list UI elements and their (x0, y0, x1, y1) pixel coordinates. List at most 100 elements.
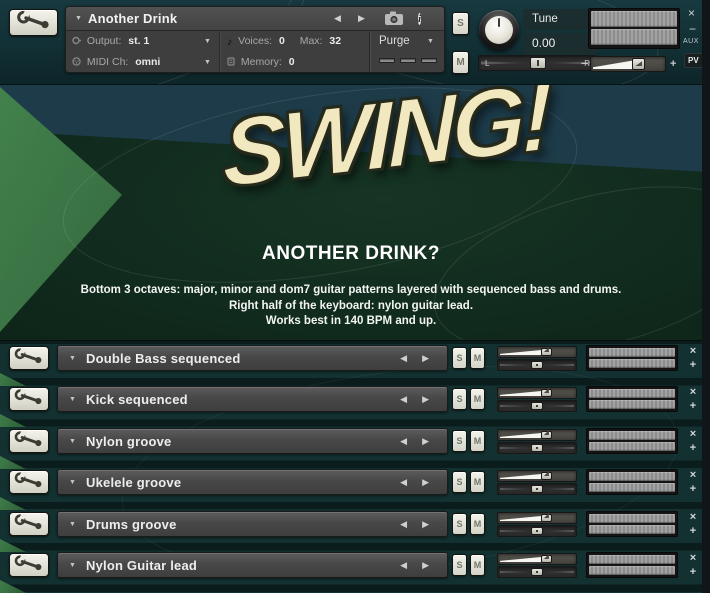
prev-instrument-icon[interactable]: ◀ (334, 13, 341, 24)
group-wrench-button[interactable] (9, 512, 49, 536)
group-name-bar[interactable]: ▼ Kick sequenced ◀ ▶ (57, 386, 448, 412)
output-field[interactable]: Output: st. 1 (72, 31, 218, 52)
pan-slider[interactable] (497, 566, 577, 578)
pan-slider[interactable] (497, 483, 577, 495)
chevron-down-icon[interactable]: ▼ (69, 562, 76, 569)
prev-arrow-icon[interactable]: ◀ (400, 560, 407, 571)
group-name-bar[interactable]: ▼ Ukelele groove ◀ ▶ (57, 469, 448, 495)
volume-handle[interactable] (541, 514, 552, 522)
solo-button[interactable]: S (452, 12, 469, 35)
group-name-bar[interactable]: ▼ Drums groove ◀ ▶ (57, 511, 448, 537)
pan-handle[interactable] (531, 361, 543, 369)
add-button[interactable]: + (686, 525, 700, 537)
info-button[interactable]: i (418, 10, 421, 28)
remove-button[interactable]: × (686, 552, 700, 564)
group-name-bar[interactable]: ▼ Nylon groove ◀ ▶ (57, 428, 448, 454)
pv-button[interactable]: PV (684, 53, 702, 68)
pan-slider[interactable]: L R (478, 55, 597, 71)
prev-arrow-icon[interactable]: ◀ (400, 394, 407, 405)
volume-plus[interactable]: + (670, 58, 676, 70)
solo-button[interactable]: S (452, 430, 467, 452)
mute-button[interactable]: M (470, 347, 485, 369)
pan-slider[interactable] (497, 400, 577, 412)
pan-handle[interactable] (531, 444, 543, 452)
pan-slider[interactable] (497, 359, 577, 371)
chevron-down-icon[interactable]: ▼ (69, 355, 76, 362)
add-button[interactable]: + (686, 400, 700, 412)
close-button[interactable]: × (688, 6, 695, 20)
solo-button[interactable]: S (452, 471, 467, 493)
pan-slider[interactable] (497, 525, 577, 537)
max-value[interactable]: 32 (329, 35, 341, 47)
add-button[interactable]: + (686, 483, 700, 495)
volume-slider[interactable] (497, 512, 577, 524)
pan-handle[interactable] (531, 402, 543, 410)
solo-button[interactable]: S (452, 513, 467, 535)
chevron-down-icon[interactable]: ▼ (75, 15, 82, 22)
volume-handle[interactable] (632, 58, 645, 70)
prev-arrow-icon[interactable]: ◀ (400, 353, 407, 364)
solo-button[interactable]: S (452, 388, 467, 410)
add-button[interactable]: + (686, 359, 700, 371)
midi-channel-field[interactable]: MIDI Ch: omni (72, 52, 218, 73)
chevron-down-icon[interactable]: ▼ (69, 479, 76, 486)
next-arrow-icon[interactable]: ▶ (422, 353, 429, 364)
mute-button[interactable]: M (470, 430, 485, 452)
tune-value[interactable]: 0.00 (523, 33, 597, 54)
volume-slider[interactable] (497, 470, 577, 482)
pan-slider[interactable] (497, 442, 577, 454)
volume-slider[interactable] (497, 387, 577, 399)
prev-arrow-icon[interactable]: ◀ (400, 519, 407, 530)
group-wrench-button[interactable] (9, 346, 49, 370)
remove-button[interactable]: × (686, 345, 700, 357)
volume-handle[interactable] (541, 555, 552, 563)
solo-button[interactable]: S (452, 554, 467, 576)
aux-button[interactable]: aux (683, 38, 699, 45)
group-wrench-button[interactable] (9, 387, 49, 411)
mute-button[interactable]: M (470, 513, 485, 535)
edit-wrench-button[interactable] (9, 9, 58, 36)
next-arrow-icon[interactable]: ▶ (422, 436, 429, 447)
purge-dropdown-icon[interactable]: ▼ (427, 38, 434, 45)
pan-handle[interactable] (531, 527, 543, 535)
tune-knob[interactable] (479, 10, 519, 50)
remove-button[interactable]: × (686, 469, 700, 481)
next-arrow-icon[interactable]: ▶ (422, 519, 429, 530)
chevron-down-icon[interactable]: ▼ (69, 438, 76, 445)
pan-handle[interactable] (530, 57, 546, 69)
volume-minus[interactable]: − (581, 58, 587, 70)
volume-slider[interactable] (497, 553, 577, 565)
remove-button[interactable]: × (686, 428, 700, 440)
group-name-bar[interactable]: ▼ Nylon Guitar lead ◀ ▶ (57, 552, 448, 578)
add-button[interactable]: + (686, 566, 700, 578)
volume-handle[interactable] (541, 472, 552, 480)
group-wrench-button[interactable] (9, 429, 49, 453)
prev-arrow-icon[interactable]: ◀ (400, 436, 407, 447)
chevron-down-icon[interactable]: ▼ (69, 396, 76, 403)
solo-button[interactable]: S (452, 347, 467, 369)
minimize-button[interactable]: − (689, 22, 696, 36)
volume-handle[interactable] (541, 431, 552, 439)
next-arrow-icon[interactable]: ▶ (422, 394, 429, 405)
chevron-down-icon[interactable]: ▼ (69, 521, 76, 528)
mute-button[interactable]: M (470, 471, 485, 493)
group-wrench-button[interactable] (9, 470, 49, 494)
output-dropdown-icon[interactable]: ▼ (204, 38, 211, 45)
snapshot-camera-button[interactable] (384, 11, 404, 29)
remove-button[interactable]: × (686, 511, 700, 523)
midi-dropdown-icon[interactable]: ▼ (204, 59, 211, 66)
mute-button[interactable]: M (452, 51, 469, 74)
volume-handle[interactable] (541, 389, 552, 397)
next-arrow-icon[interactable]: ▶ (422, 477, 429, 488)
group-name-bar[interactable]: ▼ Double Bass sequenced ◀ ▶ (57, 345, 448, 371)
pan-handle[interactable] (531, 485, 543, 493)
mute-button[interactable]: M (470, 388, 485, 410)
volume-handle[interactable] (541, 348, 552, 356)
mute-button[interactable]: M (470, 554, 485, 576)
prev-arrow-icon[interactable]: ◀ (400, 477, 407, 488)
group-wrench-button[interactable] (9, 553, 49, 577)
volume-slider[interactable] (590, 56, 666, 72)
volume-slider[interactable] (497, 346, 577, 358)
next-arrow-icon[interactable]: ▶ (422, 560, 429, 571)
next-instrument-icon[interactable]: ▶ (358, 13, 365, 24)
